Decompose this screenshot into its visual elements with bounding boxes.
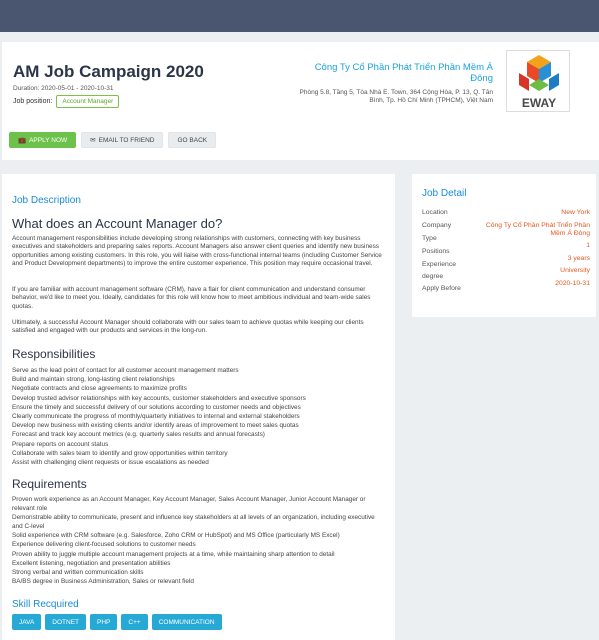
briefcase-icon: 💼 bbox=[18, 137, 27, 144]
detail-label: Apply Before bbox=[422, 285, 461, 292]
envelope-icon: ✉ bbox=[90, 137, 96, 144]
list-item: Assist with challenging client requests … bbox=[12, 459, 209, 467]
list-item: Collaborate with sales team to identify … bbox=[12, 449, 228, 457]
detail-label: Type bbox=[422, 235, 437, 242]
go-back-button[interactable]: GO BACK bbox=[168, 132, 217, 148]
skill-tag-dotnet[interactable]: DOTNET bbox=[45, 614, 87, 630]
list-item: Develop trusted advisor relationships wi… bbox=[12, 394, 306, 402]
job-duration: Duration: 2020-05-01 - 2020-10-31 bbox=[13, 85, 114, 92]
job-title: AM Job Campaign 2020 bbox=[13, 62, 204, 81]
detail-label: Positions bbox=[422, 248, 450, 255]
detail-value: 2020-10-31 bbox=[555, 280, 590, 287]
list-item: Demonstrable ability to communicate, pre… bbox=[12, 514, 375, 531]
skill-tag-communication[interactable]: COMMUNICATION bbox=[151, 614, 222, 630]
email-to-friend-label: EMAIL TO FRIEND bbox=[98, 136, 155, 144]
responsibilities-heading: Responsibilities bbox=[12, 347, 96, 361]
company-name[interactable]: Công Ty Cổ Phần Phát Triển Phần Mềm Á Đô… bbox=[293, 62, 493, 84]
requirements-list: Proven work experience as an Account Man… bbox=[12, 495, 387, 586]
email-to-friend-button[interactable]: ✉ EMAIL TO FRIEND bbox=[81, 132, 164, 148]
skills-heading: Skill Recquired bbox=[12, 599, 79, 610]
company-address: Phòng 5.8, Tầng 5, Tòa Nhà E. Town, 364 … bbox=[299, 89, 493, 104]
description-paragraph-3: Ultimately, a successful Account Manager… bbox=[12, 319, 364, 335]
list-item: Forecast and track key account metrics (… bbox=[12, 431, 265, 439]
list-item: BA/BS degree in Business Administration,… bbox=[12, 577, 194, 585]
requirements-heading: Requirements bbox=[12, 477, 87, 491]
list-item: Proven ability to juggle multiple accoun… bbox=[12, 550, 335, 558]
detail-value: New York bbox=[561, 209, 590, 216]
list-item: Strong verbal and written communication … bbox=[12, 568, 144, 576]
list-item: Build and maintain strong, long-lasting … bbox=[12, 376, 175, 384]
what-does-heading: What does an Account Manager do? bbox=[12, 216, 223, 231]
list-item: Excellent listening, negotiation and pre… bbox=[12, 559, 171, 567]
responsibilities-list: Serve as the lead point of contact for a… bbox=[12, 366, 387, 467]
apply-now-button[interactable]: 💼 APPLY NOW bbox=[9, 132, 77, 148]
detail-value[interactable]: Công Ty Cổ Phần Phát Triển Phần Mềm Á Đô… bbox=[475, 222, 590, 237]
job-description-title: Job Description bbox=[12, 195, 81, 206]
description-paragraph-2: If you are familiar with account managem… bbox=[12, 286, 371, 310]
detail-value: 1 bbox=[586, 242, 590, 249]
detail-label: Company bbox=[422, 222, 452, 229]
list-item: Clearly communicate the progress of mont… bbox=[12, 413, 300, 421]
list-item: Ensure the timely and successful deliver… bbox=[12, 403, 301, 411]
logo-text: EWAY bbox=[522, 96, 556, 110]
list-item: Prepare reports on account status bbox=[12, 440, 109, 448]
company-logo: EWAY bbox=[506, 50, 570, 112]
detail-label: Location bbox=[422, 209, 448, 216]
job-description-card: Job Description What does an Account Man… bbox=[2, 174, 395, 640]
detail-value: University bbox=[560, 267, 590, 274]
skill-tag-java[interactable]: JAVA bbox=[12, 614, 42, 630]
job-header-card: AM Job Campaign 2020 Duration: 2020-05-0… bbox=[2, 42, 599, 160]
top-navbar bbox=[0, 0, 599, 32]
description-paragraph-1: Account management responsibilities incl… bbox=[12, 235, 382, 268]
skill-tag-cpp[interactable]: C++ bbox=[121, 614, 148, 630]
detail-label: Experience bbox=[422, 261, 457, 268]
list-item: Proven work experience as an Account Man… bbox=[12, 496, 366, 513]
job-position-badge[interactable]: Account Manager bbox=[56, 95, 120, 108]
list-item: Experience delivering client-focused sol… bbox=[12, 541, 196, 549]
detail-label: degree bbox=[422, 273, 444, 280]
eway-logo-icon: EWAY bbox=[519, 55, 559, 110]
list-item: Negotiate contracts and close agreements… bbox=[12, 385, 187, 393]
apply-now-label: APPLY NOW bbox=[29, 136, 68, 144]
list-item: Solid experience with CRM software (e.g.… bbox=[12, 532, 340, 540]
skill-tag-php[interactable]: PHP bbox=[90, 614, 118, 630]
job-detail-title: Job Detail bbox=[422, 188, 467, 199]
list-item: Develop new business with existing clien… bbox=[12, 422, 299, 430]
detail-value: 3 years bbox=[567, 255, 590, 262]
job-position-label: Job position: bbox=[13, 98, 53, 105]
skills-list: JAVA DOTNET PHP C++ COMMUNICATION bbox=[12, 614, 222, 630]
list-item: Serve as the lead point of contact for a… bbox=[12, 367, 239, 374]
job-position-row: Job position: Account Manager bbox=[13, 95, 120, 108]
job-detail-card: Job Detail Location New York Company Côn… bbox=[412, 174, 596, 317]
action-buttons: 💼 APPLY NOW ✉ EMAIL TO FRIEND GO BACK bbox=[9, 132, 217, 148]
